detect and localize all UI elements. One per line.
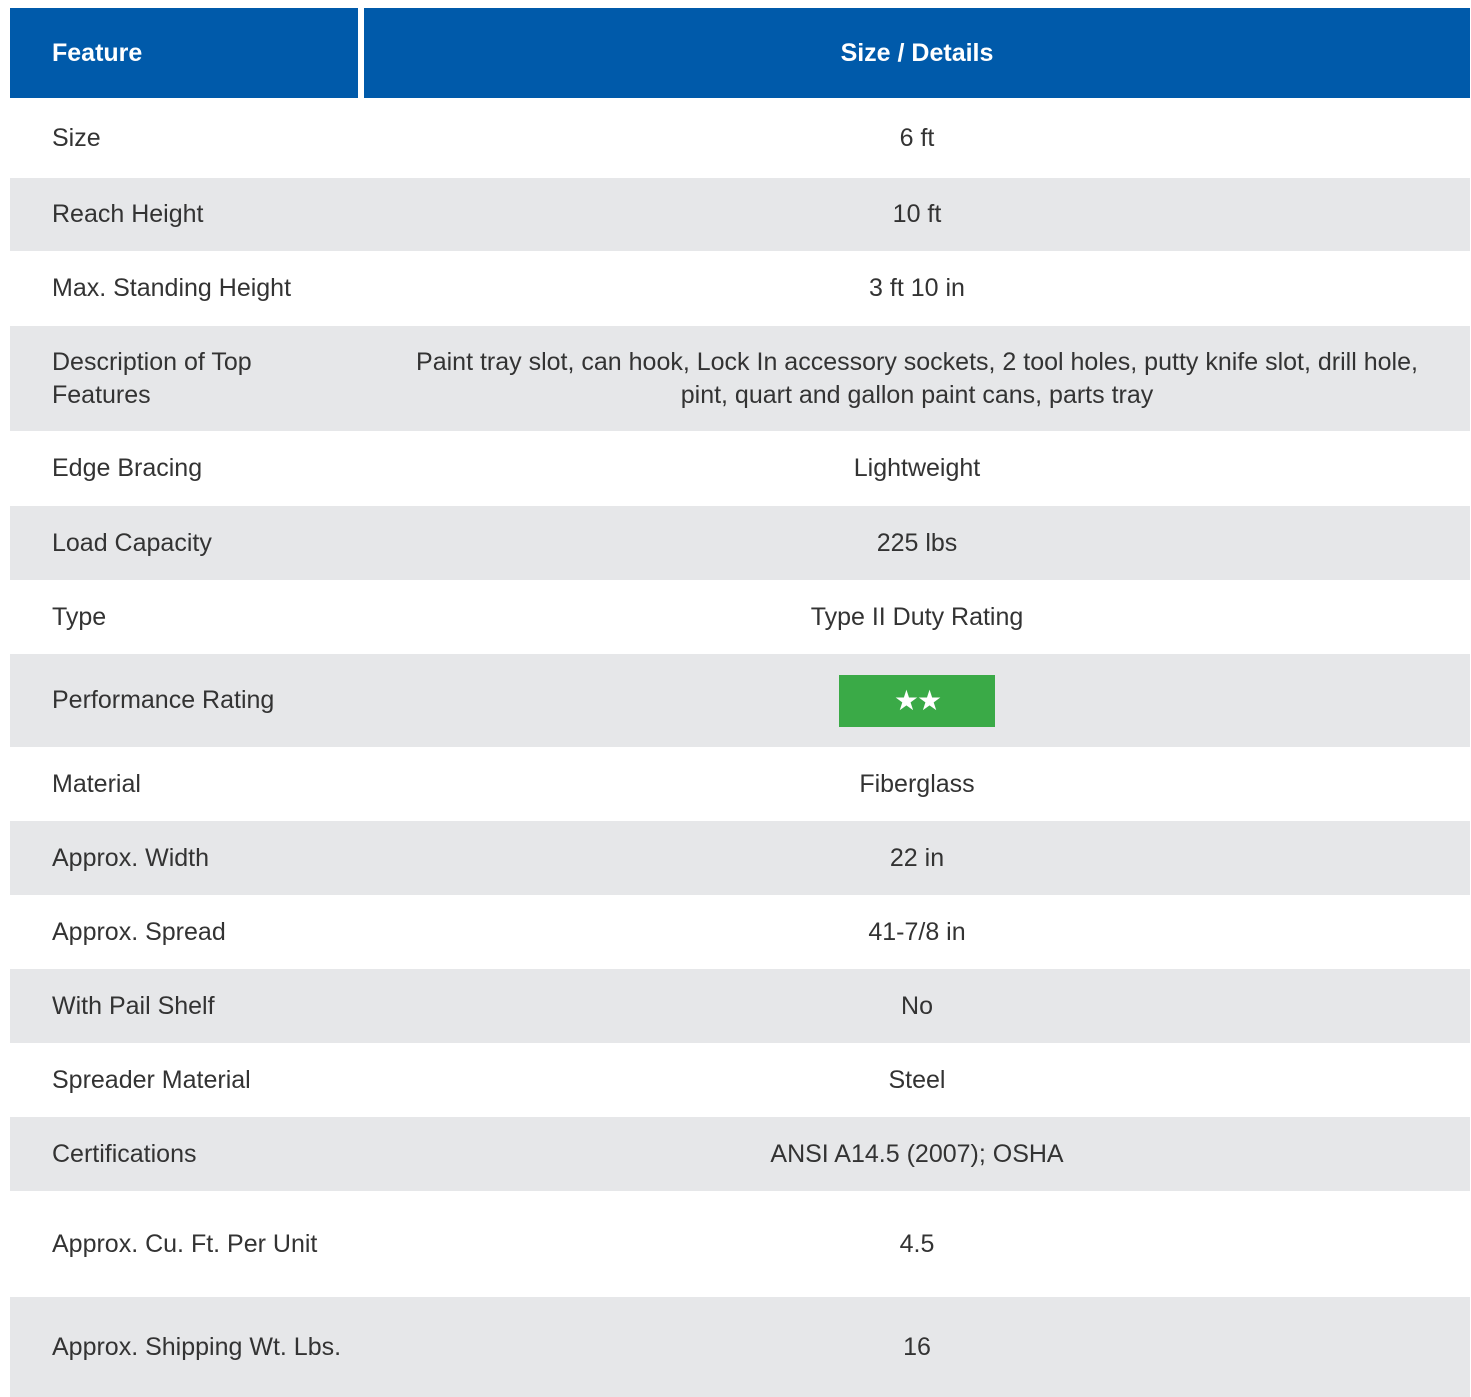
table-row: Type Type II Duty Rating [10,580,1470,654]
feature-value: Lightweight [853,454,981,482]
feature-label: With Pail Shelf [52,991,215,1020]
feature-label: Spreader Material [52,1065,251,1094]
feature-label: Max. Standing Height [52,274,292,302]
table-row: Performance Rating ★★ [10,654,1470,747]
table-row: Edge Bracing Lightweight [10,431,1470,506]
feature-value: Steel [888,1065,946,1094]
feature-label: Approx. Spread [52,917,226,946]
feature-label: Performance Rating [52,686,275,714]
table-row: Description of Top Features Paint tray s… [10,326,1470,431]
feature-label: Type [52,602,107,631]
star-rating-badge: ★★ [839,674,995,727]
feature-value: 3 ft 10 in [869,274,965,302]
table-row: Approx. Cu. Ft. Per Unit 4.5 [10,1191,1470,1297]
feature-label: Description of Top Features [52,347,252,409]
feature-value: 225 lbs [876,528,958,557]
feature-value: 16 [903,1332,931,1361]
feature-value: Paint tray slot, can hook, Lock In acces… [416,347,1418,409]
feature-value: ANSI A14.5 (2007); OSHA [770,1139,1064,1168]
feature-value: No [901,991,933,1020]
feature-label: Approx. Cu. Ft. Per Unit [52,1229,318,1258]
table-row: Material Fiberglass [10,747,1470,821]
table-row: Spreader Material Steel [10,1043,1470,1117]
table-row: Max. Standing Height 3 ft 10 in [10,251,1470,326]
table-row: Approx. Spread 41-7/8 in [10,895,1470,969]
feature-value: 6 ft [899,123,935,152]
table-row: Approx. Shipping Wt. Lbs. 16 [10,1297,1470,1397]
spec-table: Feature Size / Details Size 6 ft Reach H… [10,8,1470,1397]
table-row: Load Capacity 225 lbs [10,506,1470,580]
feature-label: Edge Bracing [52,454,203,482]
feature-value: Fiberglass [859,769,975,798]
header-details: Size / Details [364,8,1470,98]
feature-value: 22 in [889,843,945,872]
feature-label: Certifications [52,1139,197,1168]
header-feature: Feature [10,8,358,98]
table-row: Size 6 ft [10,98,1470,178]
feature-value: ★★ [364,674,1470,727]
feature-label: Approx. Shipping Wt. Lbs. [52,1332,342,1361]
table-row: Approx. Width 22 in [10,821,1470,895]
feature-label: Size [52,123,101,152]
feature-label: Reach Height [52,200,204,228]
feature-value: 4.5 [899,1229,935,1258]
feature-label: Load Capacity [52,528,212,557]
table-row: With Pail Shelf No [10,969,1470,1043]
feature-value: 10 ft [892,200,942,228]
table-header: Feature Size / Details [10,8,1470,98]
table-row: Certifications ANSI A14.5 (2007); OSHA [10,1117,1470,1191]
feature-value: 41-7/8 in [868,917,966,946]
feature-value: Type II Duty Rating [810,602,1024,631]
table-row: Reach Height 10 ft [10,178,1470,251]
feature-label: Material [52,769,141,798]
feature-label: Approx. Width [52,843,210,872]
